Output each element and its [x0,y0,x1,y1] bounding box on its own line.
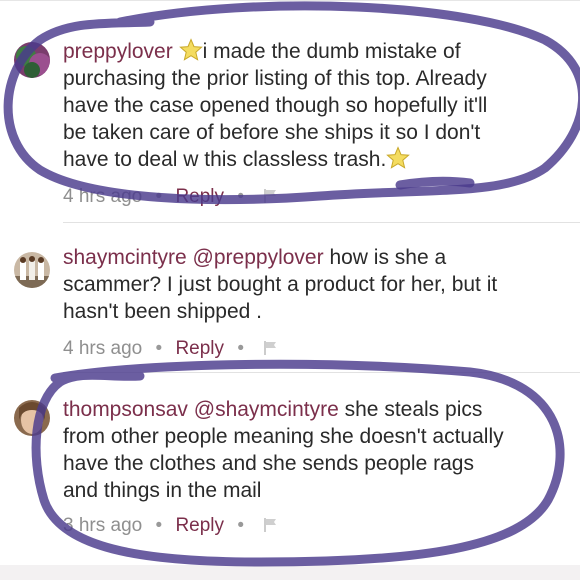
comment-meta: 4 hrs ago • Reply • [63,338,279,360]
bottom-band [0,565,580,580]
comment-text: shaymcintyre @preppylover how is she a s… [63,246,498,323]
timestamp: 3 hrs ago [63,515,143,536]
comment-divider [63,372,580,373]
flag-icon[interactable] [263,340,279,356]
highlight-stroke-1b [395,176,475,190]
reply-button[interactable]: Reply [175,515,224,536]
reply-button[interactable]: Reply [175,186,224,207]
avatar[interactable] [14,252,50,288]
timestamp: 4 hrs ago [63,186,143,207]
comment-divider [63,222,580,223]
username-link[interactable]: preppylover [63,40,173,63]
mention-link[interactable]: @shaymcintyre [194,398,339,421]
star-icon [178,38,203,61]
comment-meta: 3 hrs ago • Reply • [63,515,279,537]
top-divider [0,0,580,1]
flag-icon[interactable] [263,517,279,533]
reply-button[interactable]: Reply [175,338,224,359]
comment-text: thompsonsav @shaymcintyre she steals pic… [63,398,504,502]
flag-icon[interactable] [263,188,279,204]
avatar[interactable] [14,400,50,436]
username-link[interactable]: shaymcintyre [63,246,187,269]
avatar[interactable] [14,42,50,78]
timestamp: 4 hrs ago [63,338,143,359]
username-link[interactable]: thompsonsav [63,398,188,421]
comment-text: preppylover i made the dumb mistake of p… [63,38,488,171]
star-icon [386,146,411,169]
mention-link[interactable]: @preppylover [193,246,324,269]
comment-meta: 4 hrs ago • Reply • [63,186,279,208]
